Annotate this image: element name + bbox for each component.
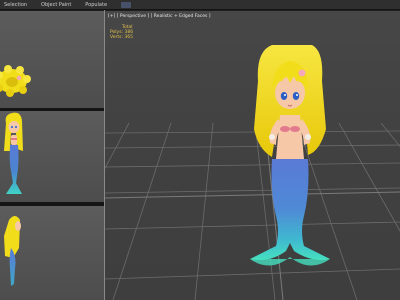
menu-populate[interactable]: Populate	[85, 0, 107, 10]
ground-grid	[105, 122, 400, 300]
viewport-perspective[interactable]: [+] [ Perspective ] [ Realistic + Edged …	[105, 11, 400, 300]
viewport-left[interactable]	[0, 206, 104, 300]
side-view-model	[4, 216, 21, 286]
menu-object-paint[interactable]: Object Paint	[41, 0, 71, 10]
viewport-front[interactable]	[0, 111, 104, 202]
menu-selection[interactable]: Selection	[4, 0, 27, 10]
top-view-model	[0, 65, 31, 97]
3d-editor-window: Selection Object Paint Populate [+] [Pe…	[0, 0, 400, 300]
grid-axis-line	[105, 191, 400, 199]
front-view-model	[4, 112, 23, 194]
perspective-scene	[105, 45, 400, 300]
viewport-top[interactable]	[0, 11, 104, 108]
mermaid-model	[250, 45, 330, 266]
viewport-toggle-icon[interactable]	[121, 1, 132, 8]
menu-bar: Selection Object Paint Populate	[0, 0, 400, 10]
